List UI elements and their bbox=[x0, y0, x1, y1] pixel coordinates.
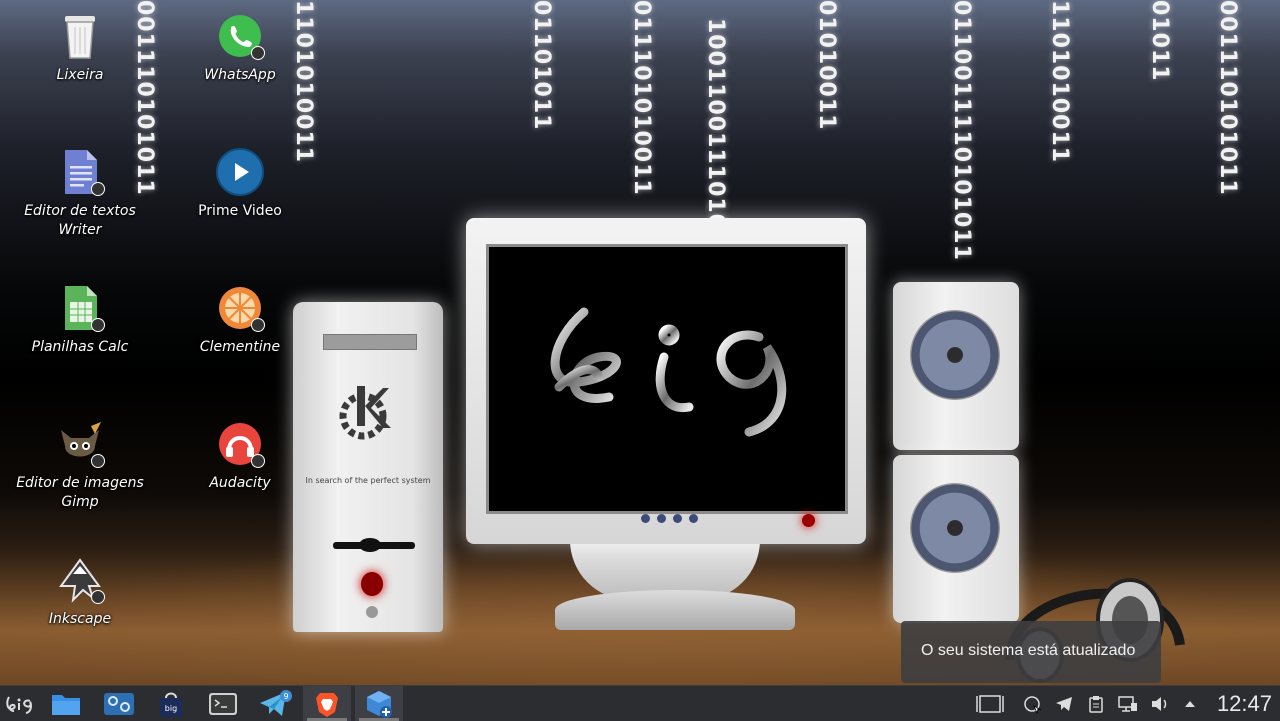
crt-monitor bbox=[466, 218, 866, 544]
tower-slogan: In search of the perfect system bbox=[305, 476, 431, 485]
shortcut-arrow-icon bbox=[251, 318, 265, 332]
svg-text:big: big bbox=[165, 704, 177, 713]
shortcut-arrow-icon bbox=[91, 454, 105, 468]
desktop-icon-label: Editor de imagens Gimp bbox=[16, 475, 144, 510]
update-status-button[interactable] bbox=[1018, 686, 1046, 721]
application-launcher-button[interactable] bbox=[0, 686, 38, 721]
telegram-tray-button[interactable] bbox=[1050, 686, 1078, 721]
binary-stream: 10011001110101 bbox=[703, 18, 728, 247]
binary-stream: 01010011 bbox=[814, 0, 839, 131]
desktop-icon-label: Prime Video bbox=[198, 203, 282, 219]
system-update-notification[interactable]: O seu sistema está atualizado bbox=[901, 621, 1161, 683]
desktop-icon-audacity[interactable]: Audacity bbox=[170, 420, 310, 493]
speaker-top bbox=[893, 282, 1019, 450]
monitor-button bbox=[673, 514, 682, 523]
desktop-icon-label: Audacity bbox=[209, 475, 271, 491]
taskbar-brave-browser[interactable] bbox=[303, 686, 351, 721]
calc-spreadsheet-icon bbox=[55, 284, 105, 334]
taskbar: big 9 12:47 bbox=[0, 685, 1280, 721]
binary-stream: 1101010011 bbox=[1047, 0, 1072, 164]
terminal-icon bbox=[209, 692, 237, 715]
desktop-icon-label: Planilhas Calc bbox=[31, 339, 129, 355]
binary-stream: 001110101011 bbox=[1215, 0, 1240, 196]
speaker-cone bbox=[910, 310, 1000, 400]
big-control-center-icon bbox=[104, 692, 134, 715]
inkscape-icon bbox=[55, 556, 105, 606]
desktop-icon-label: Editor de textos Writer bbox=[24, 203, 136, 238]
monitor-button bbox=[641, 514, 650, 523]
shortcut-arrow-icon bbox=[91, 318, 105, 332]
network-icon bbox=[1118, 695, 1137, 712]
show-desktop-icon bbox=[976, 694, 1004, 713]
desktop-icon-inkscape[interactable]: Inkscape bbox=[10, 556, 150, 629]
big-logo-icon bbox=[550, 307, 787, 437]
desktop-icon-label: Clementine bbox=[199, 339, 281, 355]
taskbar-big-store[interactable]: big bbox=[147, 686, 195, 721]
shortcut-arrow-icon bbox=[91, 182, 105, 196]
big-store-icon: big bbox=[160, 692, 182, 717]
volume-button[interactable] bbox=[1146, 686, 1174, 721]
telegram-tray-icon bbox=[1056, 696, 1072, 711]
shortcut-arrow-icon bbox=[251, 454, 265, 468]
audacity-icon bbox=[215, 420, 265, 470]
brave-browser-icon bbox=[316, 692, 338, 717]
taskbar-package-installer[interactable] bbox=[355, 686, 403, 721]
volume-icon bbox=[1152, 696, 1167, 711]
computer-tower: In search of the perfect system bbox=[293, 302, 443, 632]
binary-stream: 01011 bbox=[1147, 0, 1172, 82]
monitor-screen bbox=[486, 244, 848, 514]
file-manager-icon bbox=[52, 694, 80, 715]
monitor-power-led bbox=[802, 514, 815, 527]
monitor-button bbox=[689, 514, 698, 523]
power-button bbox=[361, 572, 383, 596]
tray-expand-button[interactable] bbox=[1176, 686, 1204, 721]
writer-document-icon bbox=[55, 148, 105, 198]
big-launcher-icon bbox=[6, 695, 32, 714]
network-button[interactable] bbox=[1114, 686, 1142, 721]
tray-expand-icon bbox=[1185, 700, 1195, 707]
package-installer-icon bbox=[367, 690, 392, 718]
shortcut-arrow-icon bbox=[91, 590, 105, 604]
monitor-button bbox=[657, 514, 666, 523]
monitor-base bbox=[555, 590, 795, 630]
digital-clock[interactable]: 12:47 bbox=[1217, 686, 1272, 721]
binary-stream: 0110011110101011 bbox=[949, 0, 974, 261]
clementine-icon bbox=[215, 284, 265, 334]
notification-text: O seu sistema está atualizado bbox=[921, 642, 1136, 659]
gimp-icon bbox=[55, 420, 105, 470]
telegram-icon: 9 bbox=[260, 689, 292, 716]
desktop-icon-lixeira[interactable]: Lixeira bbox=[10, 12, 150, 85]
telegram-unread-badge: 9 bbox=[283, 692, 288, 701]
prime-video-icon bbox=[215, 148, 265, 198]
desktop-icon-prime-video[interactable]: Prime Video bbox=[170, 148, 310, 221]
desktop-icon-gimp[interactable]: Editor de imagens Gimp bbox=[10, 420, 150, 512]
desktop-icon-label: Lixeira bbox=[56, 67, 104, 83]
trash-icon bbox=[55, 12, 105, 62]
kde-gear-icon bbox=[339, 386, 391, 440]
desktop-icon-label: Inkscape bbox=[48, 611, 112, 627]
taskbar-telegram[interactable]: 9 bbox=[251, 686, 299, 721]
show-desktop-button[interactable] bbox=[975, 686, 1005, 721]
desktop-icon-clementine[interactable]: Clementine bbox=[170, 284, 310, 357]
desktop-icon-writer[interactable]: Editor de textos Writer bbox=[10, 148, 150, 240]
taskbar-terminal[interactable] bbox=[199, 686, 247, 721]
desktop-icon-calc[interactable]: Planilhas Calc bbox=[10, 284, 150, 357]
binary-stream: 01101011 bbox=[529, 0, 554, 131]
clipboard-button[interactable] bbox=[1082, 686, 1110, 721]
taskbar-file-manager[interactable] bbox=[42, 686, 90, 721]
desktop-icon-whatsapp[interactable]: WhatsApp bbox=[170, 12, 310, 85]
speaker-cone bbox=[910, 483, 1000, 573]
reset-button bbox=[366, 606, 378, 618]
clipboard-icon bbox=[1089, 695, 1103, 713]
shortcut-arrow-icon bbox=[251, 46, 265, 60]
update-status-icon bbox=[1024, 695, 1042, 714]
desktop-icon-label: WhatsApp bbox=[204, 67, 276, 83]
drive-slot bbox=[323, 334, 417, 350]
whatsapp-icon bbox=[215, 12, 265, 62]
binary-stream: 011101010011 bbox=[629, 0, 654, 196]
floppy-button bbox=[359, 538, 381, 552]
taskbar-big-control-center[interactable] bbox=[95, 686, 143, 721]
